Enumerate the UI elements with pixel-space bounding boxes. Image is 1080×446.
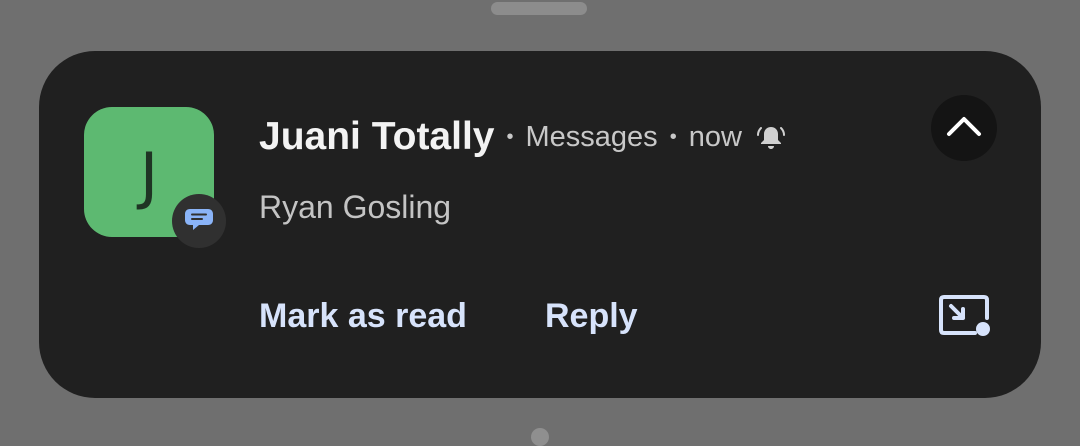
- pip-button[interactable]: [935, 292, 995, 344]
- sender-name: Juani Totally: [259, 115, 495, 158]
- expand-button[interactable]: [931, 95, 997, 161]
- notification-card[interactable]: J Juani Totally • Messages • now Ryan Go…: [39, 51, 1041, 398]
- timestamp: now: [688, 120, 742, 153]
- separator-dot: •: [669, 125, 677, 148]
- reply-button[interactable]: Reply: [545, 297, 638, 336]
- messages-icon: [184, 204, 214, 239]
- message-preview: Ryan Gosling: [259, 189, 452, 225]
- chevron-up-icon: [946, 115, 982, 142]
- drag-handle[interactable]: [491, 2, 587, 15]
- app-name: Messages: [525, 120, 658, 153]
- page-indicator-dot: [531, 428, 549, 446]
- messages-app-badge: [172, 194, 226, 248]
- bell-alert-icon: [756, 122, 786, 152]
- notification-header: Juani Totally • Messages • now: [259, 115, 786, 159]
- avatar-letter: J: [139, 139, 159, 212]
- mark-as-read-button[interactable]: Mark as read: [259, 297, 467, 336]
- picture-in-picture-icon: [937, 293, 993, 344]
- separator-dot: •: [506, 125, 514, 148]
